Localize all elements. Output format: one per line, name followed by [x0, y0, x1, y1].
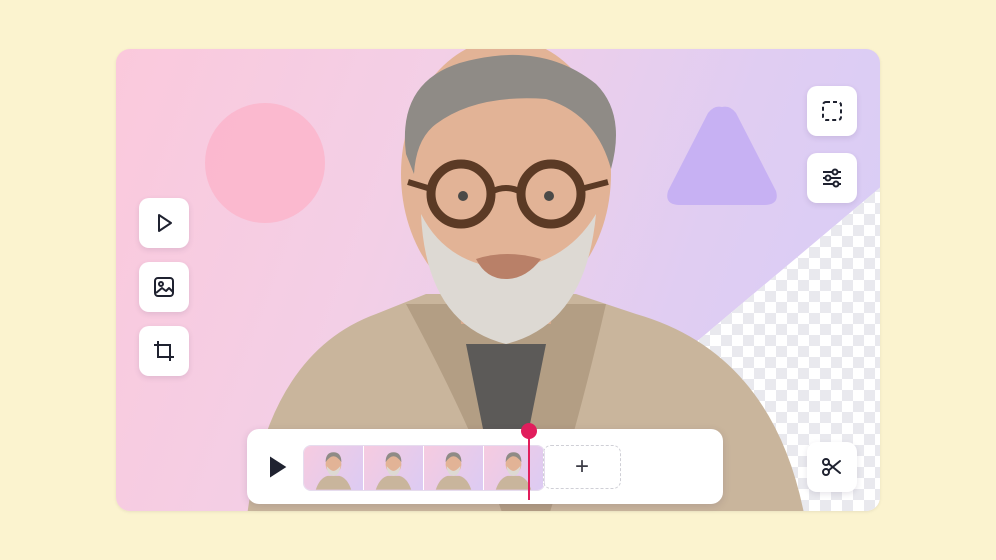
crop-icon — [154, 341, 174, 361]
cut-tool-button[interactable] — [807, 442, 857, 492]
image-tool-button[interactable] — [139, 262, 189, 312]
timeline-play-button[interactable] — [263, 453, 291, 481]
play-icon — [158, 214, 172, 232]
scissors-icon — [822, 458, 841, 476]
add-clip-button[interactable]: + — [543, 445, 621, 489]
adjustments-tool-button[interactable] — [807, 153, 857, 203]
sliders-icon — [823, 168, 841, 188]
clip-strip[interactable] — [303, 445, 545, 491]
clip-thumbnail[interactable] — [484, 446, 544, 490]
crop-tool-button[interactable] — [139, 326, 189, 376]
clip-thumbnail[interactable] — [364, 446, 424, 490]
playhead-handle[interactable] — [521, 423, 537, 439]
playhead-line — [528, 434, 530, 500]
selection-icon — [822, 101, 842, 121]
play-tool-button[interactable] — [139, 198, 189, 248]
timeline-panel: + — [247, 429, 723, 504]
clip-thumbnail[interactable] — [424, 446, 484, 490]
clip-thumbnail[interactable] — [304, 446, 364, 490]
add-clip-label: + — [574, 453, 589, 480]
image-icon — [154, 277, 174, 297]
selection-tool-button[interactable] — [807, 86, 857, 136]
